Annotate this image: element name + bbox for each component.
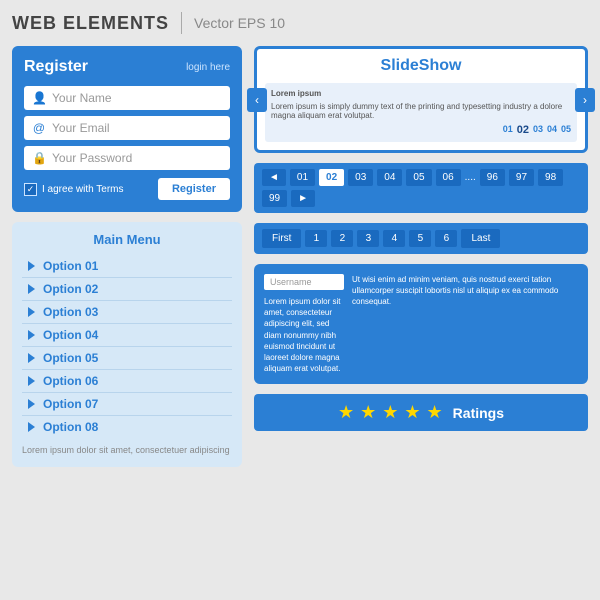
register-form: Register login here 👤 Your Name @ Your E…: [12, 46, 242, 212]
page-btn-06[interactable]: 06: [436, 169, 461, 186]
star-2[interactable]: ★: [360, 402, 376, 423]
page-ellipsis: ....: [465, 172, 476, 183]
header-divider: [181, 12, 182, 34]
dot-2[interactable]: 02: [517, 124, 529, 136]
register-button[interactable]: Register: [158, 178, 230, 200]
header-subtitle: Vector EPS 10: [194, 15, 285, 31]
slideshow-widget: SlideShow ‹ › Lorem ipsum Lorem ipsum is…: [254, 46, 588, 153]
first-page-button[interactable]: First: [262, 229, 301, 248]
arrow-icon: [28, 422, 35, 432]
menu-option-6: Option 06: [43, 374, 98, 388]
email-placeholder: Your Email: [52, 121, 110, 135]
slideshow-next-button[interactable]: ›: [575, 88, 595, 112]
user-card-right-text: Ut wisi enim ad minim veniam, quis nostr…: [352, 274, 578, 374]
name-placeholder: Your Name: [52, 91, 112, 105]
page-btn-97[interactable]: 97: [509, 169, 534, 186]
ratings-bar: ★ ★ ★ ★ ★ Ratings: [254, 394, 588, 431]
page-title: WEB ELEMENTS: [12, 13, 169, 34]
page-btn-99[interactable]: 99: [262, 190, 287, 207]
email-input-field[interactable]: @ Your Email: [24, 116, 230, 140]
menu-option-4: Option 04: [43, 328, 98, 342]
register-title: Register: [24, 58, 88, 76]
slideshow-title: SlideShow: [265, 57, 577, 75]
person-icon: 👤: [32, 91, 46, 105]
arrow-icon: [28, 284, 35, 294]
menu-footer: Lorem ipsum dolor sit amet, consectetuer…: [22, 444, 232, 457]
user-card: Username Lorem ipsum dolor sit amet, con…: [254, 264, 588, 384]
pagination-prev-button[interactable]: ◄: [262, 169, 286, 186]
menu-option-1: Option 01: [43, 259, 98, 273]
star-3[interactable]: ★: [382, 402, 398, 423]
page-btn-05[interactable]: 05: [406, 169, 431, 186]
slideshow-lorem-body: Lorem ipsum is simply dummy text of the …: [271, 102, 571, 120]
page-btn-1[interactable]: 1: [305, 230, 327, 247]
checkmark-icon: ✓: [27, 184, 35, 195]
star-4[interactable]: ★: [404, 402, 420, 423]
arrow-icon: [28, 261, 35, 271]
page-btn-6[interactable]: 6: [435, 230, 457, 247]
menu-option-8: Option 08: [43, 420, 98, 434]
star-1[interactable]: ★: [338, 402, 354, 423]
slideshow-lorem-title: Lorem ipsum: [271, 89, 571, 98]
menu-item[interactable]: Option 04: [22, 324, 232, 347]
pagination-bar-1: ◄ 01 02 03 04 05 06 .... 96 97 98 99 ►: [254, 163, 588, 213]
menu-item[interactable]: Option 06: [22, 370, 232, 393]
arrow-icon: [28, 330, 35, 340]
password-input-field[interactable]: 🔒 Your Password: [24, 146, 230, 170]
username-field[interactable]: Username: [264, 274, 344, 290]
menu-option-7: Option 07: [43, 397, 98, 411]
page-btn-04[interactable]: 04: [377, 169, 402, 186]
slideshow-prev-button[interactable]: ‹: [247, 88, 267, 112]
dot-4[interactable]: 04: [547, 124, 557, 136]
menu-item[interactable]: Option 01: [22, 255, 232, 278]
agree-text: I agree with Terms: [42, 184, 124, 195]
user-card-left: Username Lorem ipsum dolor sit amet, con…: [264, 274, 344, 374]
page-btn-96[interactable]: 96: [480, 169, 505, 186]
page-btn-01[interactable]: 01: [290, 169, 315, 186]
last-page-button[interactable]: Last: [461, 229, 500, 248]
login-link[interactable]: login here: [186, 62, 230, 73]
user-card-left-text: Lorem ipsum dolor sit amet, consecteteur…: [264, 296, 344, 374]
name-input-field[interactable]: 👤 Your Name: [24, 86, 230, 110]
password-placeholder: Your Password: [52, 151, 132, 165]
main-menu: Main Menu Option 01 Option 02 Option 03 …: [12, 222, 242, 467]
dot-1[interactable]: 01: [503, 124, 513, 136]
pagination-next-button[interactable]: ►: [291, 190, 315, 207]
dot-5[interactable]: 05: [561, 124, 571, 136]
checkbox[interactable]: ✓: [24, 183, 37, 196]
ratings-label: Ratings: [453, 405, 504, 421]
agree-checkbox-label[interactable]: ✓ I agree with Terms: [24, 183, 124, 196]
menu-option-5: Option 05: [43, 351, 98, 365]
dot-3[interactable]: 03: [533, 124, 543, 136]
menu-option-3: Option 03: [43, 305, 98, 319]
page-btn-98[interactable]: 98: [538, 169, 563, 186]
page-btn-2[interactable]: 2: [331, 230, 353, 247]
star-5[interactable]: ★: [427, 402, 443, 423]
slideshow-content: Lorem ipsum Lorem ipsum is simply dummy …: [265, 83, 577, 142]
right-column: SlideShow ‹ › Lorem ipsum Lorem ipsum is…: [254, 46, 588, 467]
arrow-icon: [28, 353, 35, 363]
menu-item[interactable]: Option 03: [22, 301, 232, 324]
page-btn-03[interactable]: 03: [348, 169, 373, 186]
page-btn-5[interactable]: 5: [409, 230, 431, 247]
page-btn-02[interactable]: 02: [319, 169, 344, 186]
pagination-bar-2: First 1 2 3 4 5 6 Last: [254, 223, 588, 254]
menu-item[interactable]: Option 05: [22, 347, 232, 370]
menu-item[interactable]: Option 08: [22, 416, 232, 438]
page-btn-3[interactable]: 3: [357, 230, 379, 247]
arrow-icon: [28, 307, 35, 317]
arrow-icon: [28, 399, 35, 409]
menu-title: Main Menu: [22, 232, 232, 247]
page-btn-4[interactable]: 4: [383, 230, 405, 247]
menu-option-2: Option 02: [43, 282, 98, 296]
menu-item[interactable]: Option 02: [22, 278, 232, 301]
menu-item[interactable]: Option 07: [22, 393, 232, 416]
lock-icon: 🔒: [32, 151, 46, 165]
arrow-icon: [28, 376, 35, 386]
left-column: Register login here 👤 Your Name @ Your E…: [12, 46, 242, 467]
email-icon: @: [32, 121, 46, 135]
